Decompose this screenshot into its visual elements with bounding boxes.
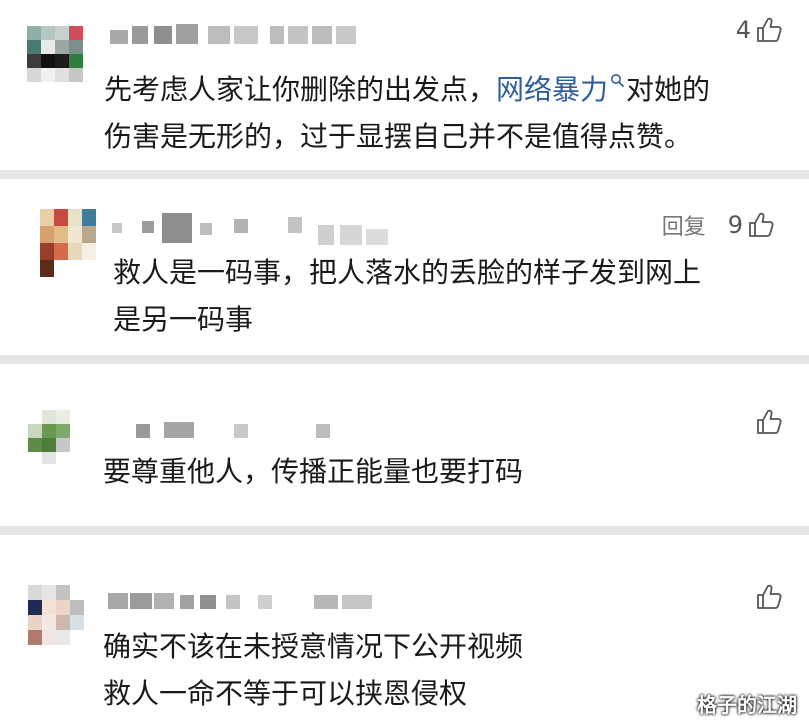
thumbs-up-icon[interactable] bbox=[755, 16, 783, 44]
comment-4: 确实不该在未授意情况下公开视频 救人一命不等于可以挟恩侵权 bbox=[0, 535, 809, 726]
comment-text: 救人是一码事，把人落水的丢脸的样子发到网上 是另一码事 bbox=[113, 256, 702, 336]
avatar[interactable] bbox=[28, 585, 84, 645]
comment-meta bbox=[755, 408, 783, 436]
comment-1: 4 先考虑人家让你删除的出发点，网络暴力 对她的 伤害是无形的，过于显摆自己并不是… bbox=[0, 0, 809, 170]
avatar[interactable] bbox=[27, 26, 83, 82]
username-blurred[interactable] bbox=[110, 22, 360, 48]
comment-text: 要尊重他人，传播正能量也要打码 bbox=[103, 455, 524, 488]
comment-text: 先考虑人家让你删除的出发点，网络暴力 对她的 伤害是无形的，过于显摆自己并不是值得… bbox=[104, 56, 710, 160]
like-count: 9 bbox=[727, 211, 743, 239]
avatar[interactable] bbox=[40, 209, 96, 277]
comment-meta: 回复 9 bbox=[662, 209, 775, 241]
comment-3: 要尊重他人，传播正能量也要打码 bbox=[0, 364, 809, 526]
username-blurred[interactable] bbox=[108, 587, 388, 613]
thumbs-up-icon[interactable] bbox=[755, 408, 783, 436]
comment-meta bbox=[755, 583, 783, 611]
search-icon[interactable] bbox=[610, 56, 626, 88]
like-count: 4 bbox=[735, 16, 751, 44]
username-blurred[interactable] bbox=[136, 420, 336, 446]
divider bbox=[0, 170, 809, 179]
divider bbox=[0, 355, 809, 364]
avatar[interactable] bbox=[28, 410, 84, 464]
reply-button[interactable]: 回复 bbox=[662, 209, 706, 241]
username-blurred[interactable] bbox=[112, 213, 402, 247]
thumbs-up-icon[interactable] bbox=[755, 583, 783, 611]
comment-text: 确实不该在未授意情况下公开视频 救人一命不等于可以挟恩侵权 bbox=[103, 630, 524, 710]
comment-2: 回复 9 救人是一码事，把人落水的丢脸的样子发到网上 是另一码事 bbox=[0, 179, 809, 355]
divider bbox=[0, 526, 809, 535]
comment-meta: 4 bbox=[736, 16, 783, 44]
watermark: 格子的江湖 bbox=[697, 693, 797, 717]
hashtag-link[interactable]: 网络暴力 bbox=[496, 73, 608, 106]
thumbs-up-icon[interactable] bbox=[747, 211, 775, 239]
